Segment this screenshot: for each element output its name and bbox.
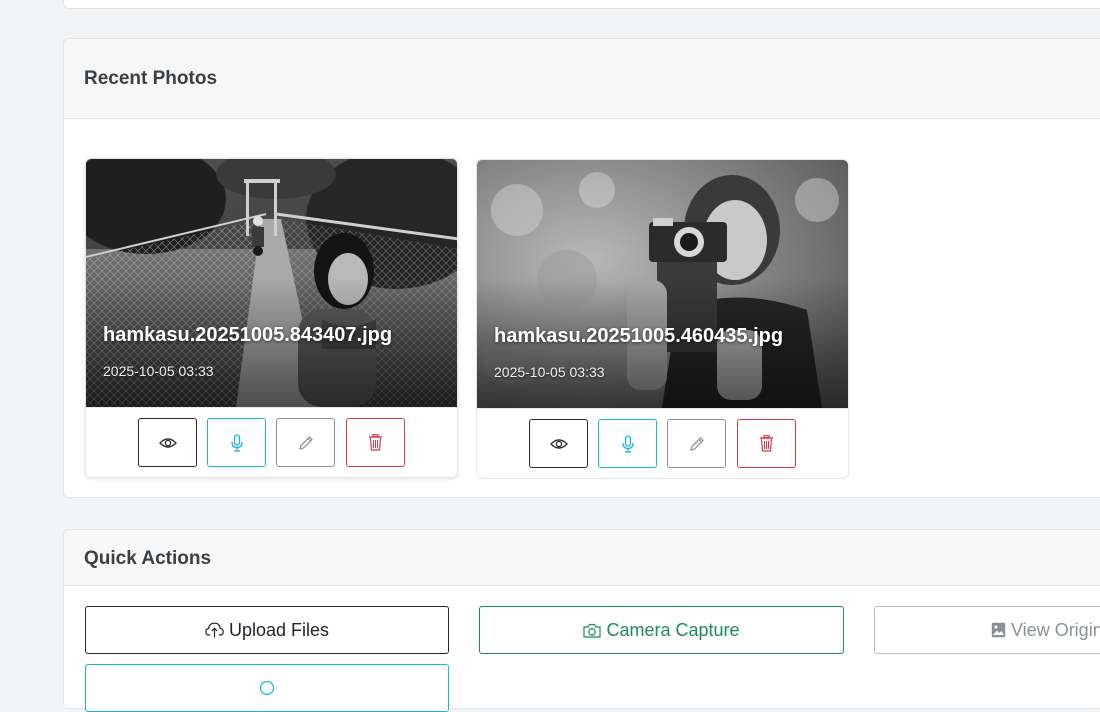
edit-photo-button[interactable] — [667, 419, 726, 468]
pencil-icon — [298, 435, 313, 450]
image-icon — [991, 622, 1006, 638]
view-original-label: View Origin — [1011, 619, 1100, 640]
trash-icon — [760, 435, 773, 452]
camera-capture-label: Camera Capture — [606, 619, 740, 640]
voice-note-button[interactable] — [598, 419, 657, 468]
delete-photo-button[interactable] — [346, 418, 405, 467]
photo-thumbnail[interactable]: hamkasu.20251005.460435.jpg 2025-10-05 0… — [477, 160, 848, 408]
delete-photo-button[interactable] — [737, 419, 796, 468]
view-original-button[interactable]: View Origin — [874, 606, 1100, 654]
pencil-icon — [689, 436, 704, 451]
quick-actions-card: Quick Actions Upload Files Camera Captur… — [63, 529, 1100, 712]
photo-actions — [477, 408, 848, 478]
quick-action-button[interactable] — [85, 664, 449, 712]
camera-icon — [583, 623, 602, 638]
camera-capture-button[interactable]: Camera Capture — [479, 606, 844, 654]
view-photo-button[interactable] — [138, 418, 197, 467]
trash-icon — [369, 434, 382, 451]
view-photo-button[interactable] — [529, 419, 588, 468]
voice-note-button[interactable] — [207, 418, 266, 467]
upload-files-button[interactable]: Upload Files — [85, 606, 449, 654]
quick-actions-title: Quick Actions — [84, 548, 212, 569]
eye-icon — [549, 438, 568, 449]
photo-card: hamkasu.20251005.843407.jpg 2025-10-05 0… — [85, 158, 458, 478]
microphone-icon — [621, 434, 634, 453]
microphone-icon — [230, 433, 243, 452]
recent-photos-title: Recent Photos — [84, 68, 218, 89]
photo-actions — [86, 407, 457, 477]
quick-actions-header: Quick Actions — [64, 530, 1100, 586]
previous-card — [63, 0, 1100, 9]
recent-photos-header: Recent Photos — [64, 39, 1100, 119]
photo-date: 2025-10-05 03:33 — [103, 363, 214, 379]
circle-icon — [259, 680, 275, 696]
edit-photo-button[interactable] — [276, 418, 335, 467]
photo-thumbnail[interactable]: hamkasu.20251005.843407.jpg 2025-10-05 0… — [86, 159, 457, 407]
recent-photos-card: Recent Photos hamkasu.20251005.843407.jp… — [63, 38, 1100, 498]
eye-icon — [158, 437, 177, 448]
photo-filename: hamkasu.20251005.843407.jpg — [103, 324, 393, 346]
photo-filename: hamkasu.20251005.460435.jpg — [494, 325, 784, 347]
cloud-upload-icon — [205, 622, 224, 638]
photo-date: 2025-10-05 03:33 — [494, 364, 605, 380]
photo-card: hamkasu.20251005.460435.jpg 2025-10-05 0… — [476, 159, 849, 479]
upload-files-label: Upload Files — [228, 619, 330, 640]
